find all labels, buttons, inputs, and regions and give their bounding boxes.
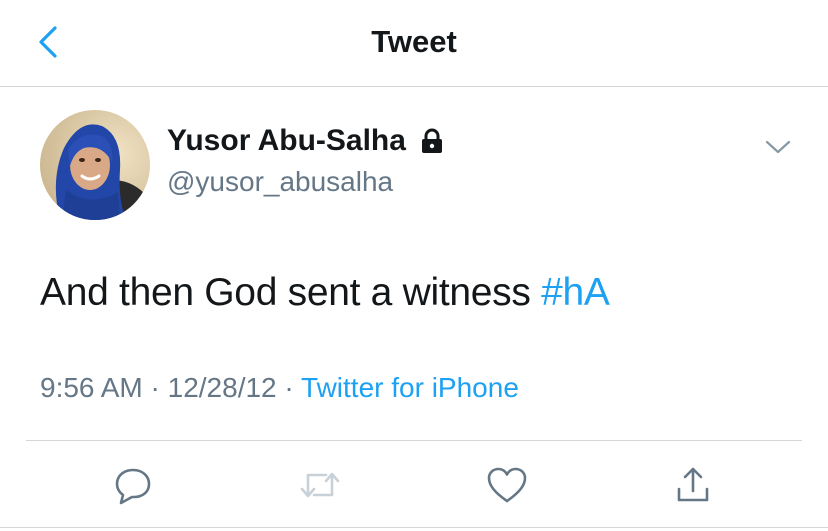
chevron-down-icon xyxy=(765,140,791,154)
tweet-meta: 9:56 AM · 12/28/12 · Twitter for iPhone xyxy=(40,372,519,404)
retweet-button[interactable] xyxy=(295,460,345,510)
tweet-body: And then God sent a witness #hA xyxy=(40,271,610,315)
hashtag-link[interactable]: #hA xyxy=(541,271,610,314)
more-options-button[interactable] xyxy=(762,135,794,159)
tweet-source-link[interactable]: Twitter for iPhone xyxy=(301,372,519,403)
meta-separator: · xyxy=(150,372,160,403)
author-handle[interactable]: @yusor_abusalha xyxy=(167,166,393,198)
tweet-time: 9:56 AM xyxy=(40,372,143,403)
share-icon xyxy=(677,467,709,502)
profile-photo xyxy=(40,110,150,220)
retweet-icon xyxy=(300,472,340,498)
avatar[interactable] xyxy=(40,110,150,220)
top-navigation-bar: Tweet xyxy=(0,0,828,87)
author-display-name[interactable]: Yusor Abu-Salha xyxy=(167,124,406,158)
author-name-row: Yusor Abu-Salha xyxy=(167,124,446,158)
share-button[interactable] xyxy=(668,460,718,510)
like-button[interactable] xyxy=(482,460,532,510)
bottom-divider xyxy=(0,527,828,528)
action-bar xyxy=(0,460,828,510)
lock-icon xyxy=(418,126,446,156)
heart-icon xyxy=(487,467,527,503)
speech-bubble-icon xyxy=(115,468,151,505)
reply-button[interactable] xyxy=(108,460,158,510)
divider xyxy=(26,440,802,441)
tweet-text: And then God sent a witness xyxy=(40,271,531,314)
tweet-date: 12/28/12 xyxy=(167,372,277,403)
meta-separator: · xyxy=(284,372,294,403)
page-title: Tweet xyxy=(371,24,457,59)
